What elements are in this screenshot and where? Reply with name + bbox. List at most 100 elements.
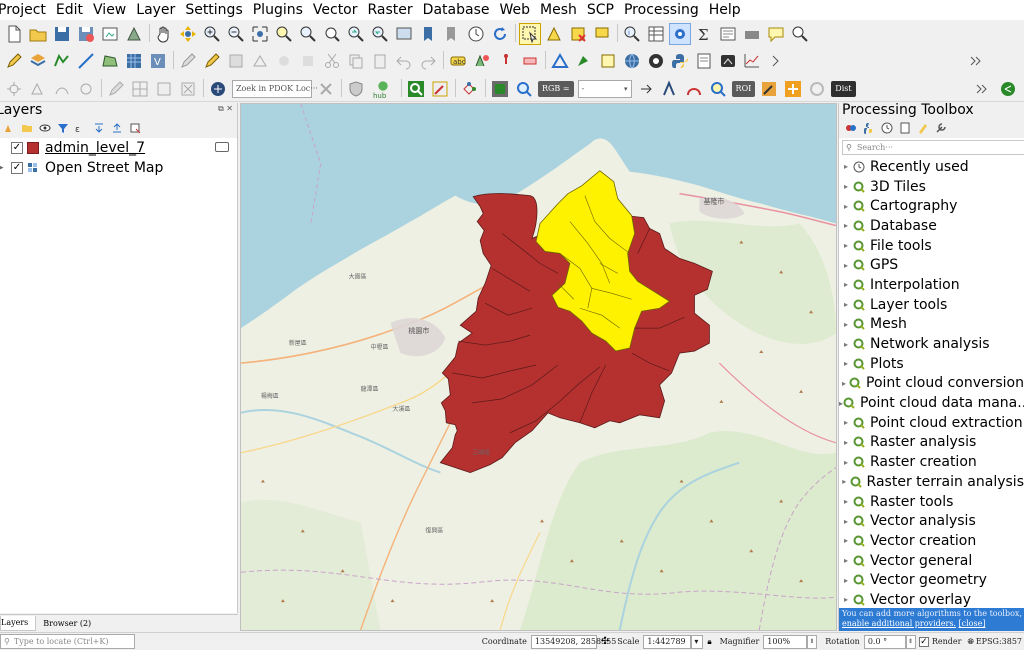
expand-arrow-icon[interactable]: ▸ bbox=[839, 458, 853, 467]
plugin-shape-icon[interactable] bbox=[573, 50, 595, 72]
zoom-out-icon[interactable] bbox=[225, 23, 247, 45]
statistics-sigma-icon[interactable]: Σ bbox=[693, 23, 715, 45]
expand-arrow-icon[interactable]: ▸ bbox=[839, 300, 853, 309]
expand-arrow-icon[interactable]: ▸ bbox=[839, 340, 853, 349]
expand-arrow-icon[interactable]: ▸ bbox=[839, 576, 853, 585]
overflow-icon[interactable] bbox=[965, 50, 987, 72]
pan-icon[interactable] bbox=[153, 23, 175, 45]
scp-search-icon[interactable] bbox=[405, 78, 427, 100]
deselect-icon[interactable] bbox=[567, 23, 589, 45]
manage-visibility-icon[interactable] bbox=[38, 121, 52, 135]
scale-dropdown-icon[interactable]: ▾ bbox=[691, 634, 704, 649]
expand-arrow-icon[interactable]: ▸ bbox=[839, 280, 853, 289]
expand-arrow-icon[interactable]: ▸ bbox=[839, 241, 853, 250]
scp-dock-icon[interactable] bbox=[489, 78, 511, 100]
provider-item[interactable]: ▸ Recently used bbox=[839, 157, 1024, 177]
delete-feature-icon[interactable] bbox=[297, 50, 319, 72]
layout-manager-icon[interactable] bbox=[717, 23, 739, 45]
menu-vector[interactable]: Vector bbox=[313, 2, 363, 18]
provider-item[interactable]: ▸ Point cloud conversion bbox=[839, 374, 1024, 394]
banner-close-link[interactable]: [close] bbox=[959, 619, 986, 628]
menu-view[interactable]: View bbox=[93, 2, 131, 18]
qgis-hub-icon[interactable]: hub bbox=[369, 78, 397, 100]
expand-arrow-icon[interactable]: ▸ bbox=[839, 536, 853, 545]
plot-icon[interactable] bbox=[741, 50, 763, 72]
tab-browser[interactable]: Browser (2) bbox=[36, 617, 98, 631]
scp-zoom-icon[interactable] bbox=[513, 78, 535, 100]
expand-arrow-icon[interactable]: ▸ bbox=[839, 359, 853, 368]
pdok-search-input[interactable]: Zoek in PDOK Loc··· bbox=[232, 79, 318, 98]
select-features-icon[interactable] bbox=[519, 23, 541, 45]
expand-arrow-icon[interactable]: ▸ bbox=[839, 379, 849, 388]
save-project-icon[interactable] bbox=[51, 23, 73, 45]
scp-roi-ab-icon[interactable] bbox=[659, 78, 681, 100]
provider-item[interactable]: ▸ Vector analysis bbox=[839, 511, 1024, 531]
expand-arrow-icon[interactable]: ▸ bbox=[839, 595, 853, 604]
menu-processing[interactable]: Processing bbox=[624, 2, 704, 18]
snap-icon[interactable] bbox=[3, 78, 25, 100]
menu-raster[interactable]: Raster bbox=[368, 2, 418, 18]
zoom-in-icon[interactable] bbox=[201, 23, 223, 45]
models-icon[interactable] bbox=[844, 121, 858, 135]
zoom-last-icon[interactable] bbox=[345, 23, 367, 45]
dark-mode-icon[interactable] bbox=[717, 50, 739, 72]
provider-item[interactable]: ▸ Raster terrain analysis bbox=[839, 472, 1024, 492]
layer-row-open-street-map[interactable]: ▸ ✓ Open Street Map bbox=[0, 158, 237, 178]
vector-merge-icon[interactable] bbox=[177, 78, 199, 100]
crs-label[interactable]: EPSG:3857 bbox=[976, 637, 1022, 646]
processing-gear-icon[interactable] bbox=[669, 23, 691, 45]
magnifier-spin-icon[interactable]: ⇕ bbox=[807, 634, 818, 649]
provider-item[interactable]: ▸ Vector geometry bbox=[839, 570, 1024, 590]
provider-item[interactable]: ▸ 3D Tiles bbox=[839, 177, 1024, 197]
grid-tool-icon[interactable] bbox=[129, 78, 151, 100]
expand-arrow-icon[interactable]: ▸ bbox=[839, 556, 853, 565]
scp-network-icon[interactable] bbox=[459, 78, 481, 100]
show-bookmarks-icon[interactable] bbox=[441, 23, 463, 45]
locator-search-input[interactable]: ⚲ Type to locate (Ctrl+K) bbox=[0, 634, 135, 649]
remove-layer-icon[interactable] bbox=[128, 121, 142, 135]
provider-item[interactable]: ▸ Raster tools bbox=[839, 492, 1024, 512]
provider-item[interactable]: ▸ Mesh bbox=[839, 315, 1024, 335]
scp-zoom-roi-icon[interactable] bbox=[707, 78, 729, 100]
scp-reload-icon[interactable] bbox=[806, 78, 828, 100]
provider-item[interactable]: ▸ Point cloud extraction bbox=[839, 413, 1024, 433]
pan-to-selection-icon[interactable] bbox=[177, 23, 199, 45]
expand-arrow-icon[interactable]: ▸ bbox=[839, 477, 850, 486]
provider-item[interactable]: ▸ Network analysis bbox=[839, 334, 1024, 354]
digitize-disabled-icon[interactable] bbox=[225, 50, 247, 72]
bookmark-icon[interactable] bbox=[417, 23, 439, 45]
rotation-field[interactable]: 0.0 ° bbox=[863, 634, 906, 649]
tree-expand-icon[interactable]: ▸ bbox=[0, 163, 5, 173]
digitize-pencil-icon[interactable] bbox=[3, 50, 25, 72]
paste-icon[interactable] bbox=[369, 50, 391, 72]
decorations-icon[interactable] bbox=[741, 23, 763, 45]
expand-arrow-icon[interactable]: ▸ bbox=[839, 182, 853, 191]
map-canvas[interactable]: 桃園市 基隆市 大園區 新屋區 中壢區 楊梅區 龍潭區 大溪區 復興區 三峽區 bbox=[240, 103, 837, 631]
enable-providers-link[interactable]: enable additional providers. bbox=[842, 619, 956, 628]
provider-item[interactable]: ▸ Cartography bbox=[839, 196, 1024, 216]
zoom-to-selection-icon[interactable] bbox=[273, 23, 295, 45]
annotation-icon[interactable] bbox=[765, 23, 787, 45]
shield-plugin-icon[interactable] bbox=[345, 78, 367, 100]
layer-name[interactable]: Open Street Map bbox=[45, 160, 163, 176]
highlight-pinned-icon[interactable] bbox=[519, 50, 541, 72]
layer-visibility-checkbox[interactable]: ✓ bbox=[11, 162, 23, 174]
advanced-digitize-icon[interactable] bbox=[27, 78, 49, 100]
scp-plus-icon[interactable] bbox=[782, 78, 804, 100]
shape-digitize-icon[interactable] bbox=[75, 78, 97, 100]
edit-features-icon[interactable] bbox=[916, 121, 930, 135]
scp-arrow-icon[interactable] bbox=[635, 78, 657, 100]
pdok-clear-icon[interactable] bbox=[315, 78, 337, 100]
layer-visibility-checkbox[interactable]: ✓ bbox=[11, 142, 23, 154]
menu-mesh[interactable]: Mesh bbox=[540, 2, 582, 18]
provider-item[interactable]: ▸ Raster analysis bbox=[839, 433, 1024, 453]
toolbox-search-input[interactable]: ⚲ Search··· bbox=[842, 140, 1024, 155]
coordinate-toggle-icon[interactable]: ✣ bbox=[601, 636, 609, 647]
menu-web[interactable]: Web bbox=[499, 2, 535, 18]
measure-icon[interactable] bbox=[789, 23, 811, 45]
move-feature-icon[interactable] bbox=[273, 50, 295, 72]
layer-row-admin-level-7[interactable]: ✓ admin_level_7 bbox=[0, 138, 237, 158]
panel-close-icon[interactable]: ⧉ ✕ bbox=[218, 104, 233, 114]
results-viewer-icon[interactable] bbox=[898, 121, 912, 135]
undo-icon[interactable] bbox=[393, 50, 415, 72]
